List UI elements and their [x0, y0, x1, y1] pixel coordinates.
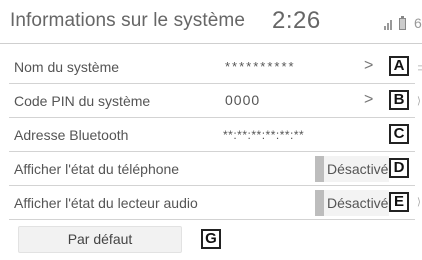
row-label: Afficher l'état du téléphone — [14, 161, 180, 177]
callout-b: B — [389, 90, 409, 110]
system-info-screen: Informations sur le système 2:26 6 Nom d… — [0, 0, 422, 260]
bluetooth-address-value: **:**:**:**:**:** — [223, 128, 305, 142]
callout-c: C — [389, 124, 409, 144]
row-label: Adresse Bluetooth — [14, 127, 129, 143]
row-show-phone-status[interactable]: Afficher l'état du téléphone Désactivé D — [9, 152, 415, 186]
row-system-name[interactable]: Nom du système ********** > A — [9, 50, 415, 84]
phone-status-toggle[interactable]: Désactivé — [315, 156, 389, 182]
system-pin-value: 0000 — [225, 92, 261, 108]
toggle-indicator — [315, 156, 324, 182]
page-title: Informations sur le système — [10, 10, 246, 31]
row-label: Afficher l'état du lecteur audio — [14, 195, 198, 211]
chevron-right-icon: > — [364, 91, 374, 108]
toggle-label: Désactivé — [327, 195, 389, 211]
callout-a: A — [389, 56, 409, 76]
edge-mark: ⟩ — [417, 197, 421, 208]
row-system-pin[interactable]: Code PIN du système 0000 > B — [9, 84, 415, 118]
battery-icon — [399, 16, 406, 30]
row-bluetooth-address: Adresse Bluetooth **:**:**:**:**:** C — [9, 118, 415, 152]
row-label: Nom du système — [14, 59, 120, 75]
audio-status-toggle[interactable]: Désactivé — [315, 190, 389, 216]
header: Informations sur le système 2:26 6 — [0, 0, 422, 44]
status-bar: 6 — [384, 15, 422, 31]
callout-g: G — [201, 229, 221, 249]
default-button[interactable]: Par défaut — [18, 226, 182, 253]
edge-mark: ⊃ — [417, 63, 422, 74]
callout-e: E — [389, 192, 409, 212]
callout-d: D — [389, 158, 409, 178]
toggle-indicator — [315, 190, 324, 216]
clock: 2:26 — [272, 7, 321, 34]
row-show-audio-status[interactable]: Afficher l'état du lecteur audio Désacti… — [9, 186, 415, 220]
edge-mark: ⟩ — [417, 96, 421, 107]
chevron-right-icon: > — [364, 57, 374, 74]
status-extra-icon: 6 — [414, 15, 422, 31]
row-label: Code PIN du système — [14, 93, 151, 109]
system-name-value: ********** — [225, 59, 296, 74]
toggle-label: Désactivé — [327, 161, 389, 177]
